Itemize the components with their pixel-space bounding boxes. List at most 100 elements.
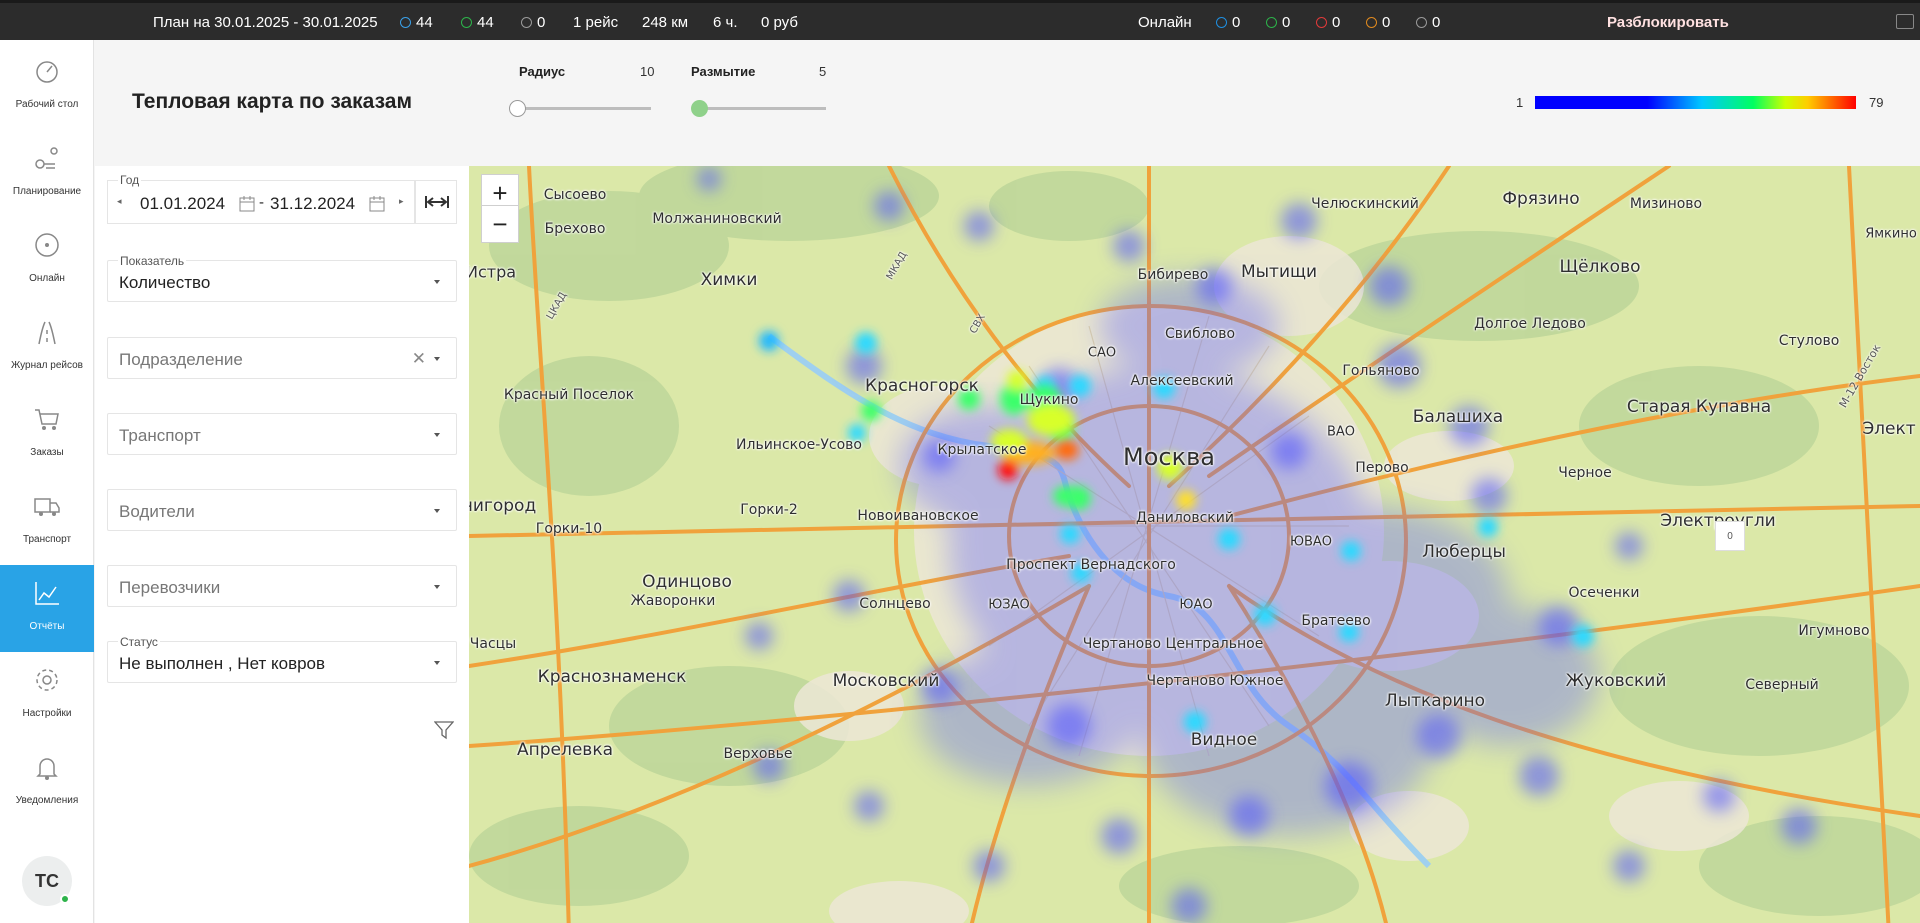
- date-from[interactable]: 01.01.2024: [140, 194, 225, 214]
- map-place-label: Одинцово: [642, 572, 732, 592]
- online-count-4: 0: [1416, 3, 1440, 43]
- map-place-label: Крылатское: [937, 442, 1027, 458]
- map-badge: 0: [1715, 521, 1745, 551]
- map-place-label: Гольяново: [1342, 363, 1420, 379]
- compass-icon: [35, 233, 59, 257]
- next-arrow-icon[interactable]: ▸: [399, 196, 404, 207]
- map-place-label: Северный: [1745, 677, 1819, 693]
- chat-icon[interactable]: [1896, 14, 1914, 29]
- map-place-label: нигород: [469, 496, 537, 516]
- sidebar-item-6[interactable]: Отчёты: [0, 565, 94, 652]
- map-place-label: Элект: [1862, 419, 1916, 439]
- zoom-out-button[interactable]: −: [481, 205, 519, 243]
- map-place-label: Часцы: [469, 636, 517, 652]
- plan-cost: 0 руб: [761, 14, 798, 31]
- sidebar-item-7[interactable]: Настройки: [0, 652, 94, 739]
- map-place-label: Долгое Ледово: [1474, 316, 1586, 332]
- blur-slider[interactable]: [699, 107, 826, 110]
- sidebar-item-label: Транспорт: [22, 534, 72, 545]
- cart-icon: [35, 409, 59, 430]
- map-place-label: Краснознаменск: [537, 667, 687, 687]
- map-place-label: Новоивановское: [857, 508, 979, 524]
- carriers-placeholder: Перевозчики: [119, 578, 221, 597]
- status-circle-icon: [1366, 17, 1377, 28]
- legend-max: 79: [1869, 95, 1884, 110]
- sidebar-item-label: Заказы: [30, 447, 64, 458]
- map-place-label: Московский: [832, 671, 940, 691]
- online-count-1: 0: [1266, 3, 1290, 43]
- online-count-3: 0: [1366, 3, 1390, 43]
- top-status-bar: План на 30.01.2025 - 30.01.2025 44 44 0 …: [0, 0, 1920, 40]
- map-place-label: Алексеевский: [1130, 373, 1234, 389]
- calendar-icon[interactable]: [239, 196, 255, 212]
- circle-green-icon: [461, 17, 472, 28]
- map-place-label: Москва: [1123, 443, 1215, 471]
- blur-label: Размытие: [691, 64, 756, 79]
- transport-placeholder: Транспорт: [119, 426, 201, 445]
- date-to[interactable]: 31.12.2024: [270, 194, 355, 214]
- sidebar-item-3[interactable]: Журнал рейсов: [0, 304, 94, 391]
- map-place-label: Ямкино: [1865, 226, 1917, 242]
- sidebar-item-2[interactable]: Онлайн: [0, 217, 94, 304]
- map-place-label: Красный Поселок: [503, 387, 635, 403]
- online-count-2: 0: [1316, 3, 1340, 43]
- sidebar-item-label: Рабочий стол: [15, 99, 79, 110]
- plan-trips: 1 рейс: [573, 14, 619, 31]
- map-place-label: Чертаново Южное: [1146, 673, 1284, 689]
- division-select[interactable]: Подразделение ✕: [107, 337, 457, 379]
- map-place-label: Молжаниновский: [652, 211, 782, 227]
- map-place-label: Проспект Вернадского: [1006, 557, 1176, 573]
- avatar[interactable]: TC: [22, 856, 72, 906]
- expand-range-button[interactable]: [415, 180, 457, 224]
- map-place-label: Горки-2: [740, 502, 798, 518]
- map-place-label: Черное: [1558, 465, 1612, 481]
- map-place-label: Щукино: [1019, 392, 1079, 408]
- plan-count-gray: 0: [521, 3, 545, 43]
- calendar-icon[interactable]: [369, 196, 385, 212]
- road-icon: [38, 321, 56, 345]
- blur-slider-handle[interactable]: [691, 100, 708, 117]
- sidebar-item-label: Планирование: [12, 186, 82, 197]
- map-place-label: ЮАО: [1179, 597, 1213, 613]
- radius-slider-handle[interactable]: [509, 100, 526, 117]
- map-place-label: Красногорск: [865, 376, 979, 396]
- sidebar-item-8[interactable]: Уведомления: [0, 739, 94, 826]
- sidebar-item-label: Отчёты: [29, 621, 65, 632]
- sidebar-item-label: Журнал рейсов: [11, 360, 83, 371]
- heat-map[interactable]: Сысоево Брехово Молжаниновский Истра Химки Би…: [469, 166, 1920, 923]
- carriers-select[interactable]: Перевозчики: [107, 565, 457, 607]
- drivers-select[interactable]: Водители: [107, 489, 457, 531]
- date-range-picker[interactable]: Год ◂ 01.01.2024 - 31.12.2024 ▸: [107, 173, 415, 224]
- prev-arrow-icon[interactable]: ◂: [117, 196, 122, 207]
- radius-value: 10: [640, 64, 655, 79]
- unlock-button[interactable]: Разблокировать: [1607, 3, 1729, 43]
- plan-hours: 6 ч.: [713, 14, 738, 31]
- filter-icon[interactable]: [434, 720, 454, 740]
- map-place-label: Свиблово: [1164, 326, 1236, 342]
- clear-icon[interactable]: ✕: [412, 349, 426, 369]
- map-place-label: Братеево: [1301, 613, 1371, 629]
- chevron-down-icon: [434, 280, 440, 284]
- plan-period: План на 30.01.2025 - 30.01.2025: [153, 14, 378, 31]
- plan-count-green: 44: [461, 3, 494, 43]
- sidebar-item-1[interactable]: Планирование: [0, 130, 94, 217]
- map-place-label: ВАО: [1326, 424, 1356, 440]
- filter-panel: Год ◂ 01.01.2024 - 31.12.2024 ▸ Показате…: [95, 166, 469, 923]
- map-place-label: Балашиха: [1412, 407, 1504, 427]
- sidebar-item-0[interactable]: Рабочий стол: [0, 43, 94, 130]
- sidebar-item-label: Настройки: [22, 708, 72, 719]
- map-place-label: САО: [1087, 345, 1117, 361]
- status-select[interactable]: Статус Не выполнен , Нет ковров: [107, 635, 457, 683]
- radius-slider[interactable]: [517, 107, 651, 110]
- map-place-label: Апрелевка: [516, 740, 614, 760]
- indicator-label: Показатель: [118, 254, 187, 268]
- sidebar-item-5[interactable]: Транспорт: [0, 478, 94, 565]
- status-circle-icon: [1216, 17, 1227, 28]
- chevron-down-icon: [434, 357, 440, 361]
- sidebar-item-4[interactable]: Заказы: [0, 391, 94, 478]
- indicator-select[interactable]: Показатель Количество: [107, 254, 457, 302]
- plan-distance: 248 км: [642, 14, 689, 31]
- radius-label: Радиус: [519, 64, 566, 79]
- chart-icon: [35, 582, 59, 605]
- transport-select[interactable]: Транспорт: [107, 413, 457, 455]
